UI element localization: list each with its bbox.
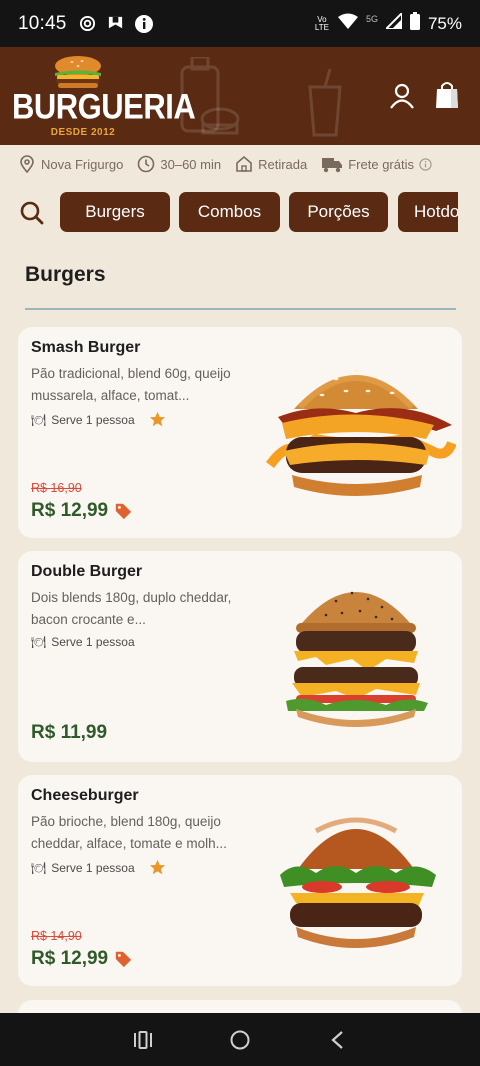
- price-value: R$ 11,99: [31, 722, 108, 743]
- product-name: Double Burger: [31, 563, 143, 580]
- lte-label: Vo LTE: [314, 14, 329, 32]
- price-value: R$ 12,99: [31, 948, 109, 969]
- signal-icon: [383, 10, 403, 34]
- old-price: R$ 16,90: [31, 481, 82, 495]
- pickup-label: Retirada: [258, 156, 308, 172]
- section-divider: [25, 308, 456, 310]
- section-title: Burgers: [25, 263, 106, 286]
- serves-label: Serve 1 pessoa: [51, 860, 135, 875]
- battery-icon: [409, 12, 420, 35]
- product-card[interactable]: Double Burger Dois blends 180g, duplo ch…: [18, 551, 462, 762]
- brand-logo: BURGUERIA DESDE 2012: [12, 55, 196, 141]
- recent-apps-icon[interactable]: [131, 1028, 155, 1052]
- plate-icon: 🍽: [31, 635, 47, 649]
- featured-star-icon: [149, 411, 165, 427]
- clock-icon: [138, 155, 155, 173]
- sale-tag-icon: [115, 951, 132, 968]
- product-description: Dois blends 180g, duplo cheddar, bacon c…: [31, 590, 232, 627]
- network-label: 5G: [365, 13, 378, 24]
- plate-icon: 🍽: [31, 412, 47, 427]
- product-image: [286, 591, 428, 727]
- truck-icon: [322, 158, 343, 173]
- store-icon: [236, 155, 252, 172]
- store-info-bar: Nova Frigurgo 30–60 min Retirada Frete g…: [0, 145, 480, 183]
- user-icon[interactable]: [389, 83, 415, 109]
- serves-info: 🍽 Serve 1 pessoa: [31, 859, 166, 876]
- location-pin-icon: [20, 155, 34, 173]
- product-price: R$ 12,99: [31, 500, 132, 522]
- product-card[interactable]: Cheeseburger Pão brioche, blend 180g, qu…: [18, 775, 462, 986]
- product-image: [265, 369, 456, 496]
- category-tab-combos[interactable]: Combos: [179, 192, 280, 232]
- back-icon[interactable]: [325, 1028, 349, 1052]
- logo-wordmark: BURGUERIA: [12, 86, 196, 127]
- product-name: Smash Burger: [31, 339, 141, 356]
- category-tab-hotdogs[interactable]: Hotdogs: [398, 192, 458, 232]
- home-icon[interactable]: [228, 1028, 252, 1052]
- status-bar: 10:45 Vo LTE 5G 75%: [0, 0, 480, 47]
- product-card[interactable]: Smash Burger Pão tradicional, blend 60g,…: [18, 327, 462, 538]
- app-header: BURGUERIA DESDE 2012: [0, 47, 480, 145]
- category-tab-burgers[interactable]: Burgers: [60, 192, 170, 232]
- serves-label: Serve 1 pessoa: [51, 635, 135, 649]
- store-location: Nova Frigurgo: [41, 156, 124, 172]
- product-price: R$ 12,99: [31, 948, 132, 970]
- delivery-time: 30–60 min: [160, 156, 222, 172]
- battery-percent: 75%: [427, 13, 462, 33]
- serves-info: 🍽 Serve 1 pessoa: [31, 411, 166, 428]
- hotspot-icon: [79, 15, 97, 33]
- serves-label: Serve 1 pessoa: [51, 412, 135, 427]
- serves-info: 🍽 Serve 1 pessoa: [31, 635, 135, 649]
- burger-logo-icon: [55, 56, 101, 88]
- product-name: Cheeseburger: [31, 787, 139, 804]
- wifi-icon: [337, 13, 358, 34]
- status-time: 10:45: [18, 12, 67, 34]
- shipping-info-icon[interactable]: [419, 157, 432, 171]
- old-price: R$ 14,90: [31, 929, 82, 943]
- category-tab-porcoes[interactable]: Porções: [289, 192, 388, 232]
- product-image: [280, 817, 436, 948]
- product-description: Pão brioche, blend 180g, queijo cheddar,…: [31, 814, 227, 851]
- app-notification-icon: [107, 15, 125, 33]
- shopping-bag-icon[interactable]: [434, 81, 460, 109]
- search-icon[interactable]: [20, 201, 44, 225]
- plate-icon: 🍽: [31, 860, 47, 875]
- price-value: R$ 12,99: [31, 500, 109, 521]
- category-bar: Burgers Combos Porções Hotdogs: [0, 192, 480, 234]
- category-scroller[interactable]: Burgers Combos Porções Hotdogs: [60, 192, 458, 234]
- sale-tag-icon: [115, 503, 132, 520]
- product-price: R$ 11,99: [31, 722, 107, 744]
- info-icon: [134, 14, 153, 33]
- logo-since: DESDE 2012: [50, 127, 116, 138]
- product-description: Pão tradicional, blend 60g, queijo mussa…: [31, 366, 231, 403]
- featured-star-icon: [149, 859, 165, 875]
- shipping-label: Frete grátis: [348, 156, 414, 172]
- system-nav-bar: [0, 1013, 480, 1066]
